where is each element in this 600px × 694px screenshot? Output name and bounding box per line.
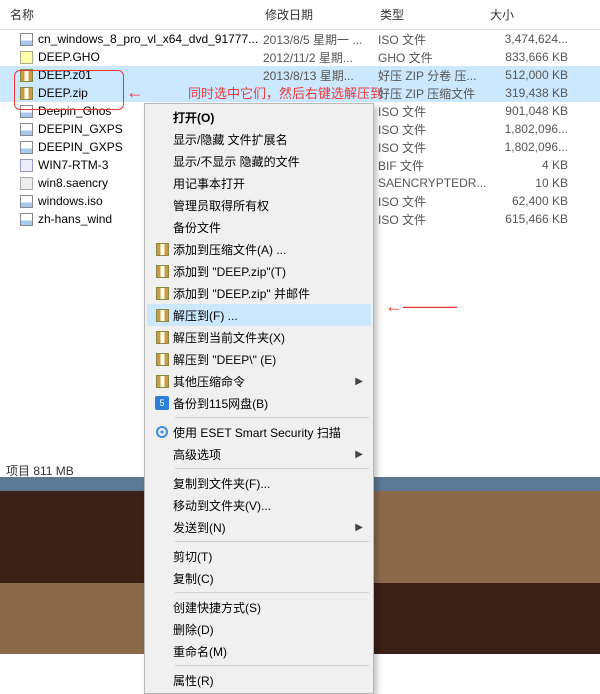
iso-file-icon bbox=[18, 121, 34, 137]
file-size: 615,466 KB bbox=[488, 212, 578, 226]
file-type: BIF 文件 bbox=[378, 157, 488, 174]
iso-file-icon bbox=[18, 211, 34, 227]
submenu-arrow-icon: ▶ bbox=[355, 376, 363, 387]
file-type: ISO 文件 bbox=[378, 139, 488, 156]
menu-move-to-folder[interactable]: 移动到文件夹(V)... bbox=[147, 494, 371, 516]
file-date: 2013/8/13 星期... bbox=[263, 67, 378, 84]
archive-icon bbox=[156, 353, 169, 366]
file-type: SAENCRYPTEDR... bbox=[378, 176, 488, 190]
menu-extract-deep[interactable]: 解压到 "DEEP\" (E) bbox=[147, 348, 371, 370]
file-type: GHO 文件 bbox=[378, 49, 488, 66]
submenu-arrow-icon: ▶ bbox=[355, 522, 363, 533]
file-date: 2012/11/2 星期... bbox=[263, 49, 378, 66]
file-row[interactable]: cn_windows_8_pro_vl_x64_dvd_91777...2013… bbox=[0, 30, 600, 48]
menu-cut[interactable]: 剪切(T) bbox=[147, 545, 371, 567]
file-type: ISO 文件 bbox=[378, 211, 488, 228]
archive-icon bbox=[156, 287, 169, 300]
submenu-arrow-icon: ▶ bbox=[355, 449, 363, 460]
col-type[interactable]: 类型 bbox=[380, 6, 490, 23]
file-date: 2013/8/5 星期一 ... bbox=[263, 31, 378, 48]
file-row[interactable]: DEEP.GHO2012/11/2 星期...GHO 文件833,666 KB bbox=[0, 48, 600, 66]
context-menu: 打开(O) 显示/隐藏 文件扩展名 显示/不显示 隐藏的文件 用记事本打开 管理… bbox=[144, 103, 374, 694]
file-type: 好压 ZIP 分卷 压... bbox=[378, 67, 488, 84]
file-row[interactable]: DEEP.z012013/8/13 星期...好压 ZIP 分卷 压...512… bbox=[0, 66, 600, 84]
file-size: 512,000 KB bbox=[488, 68, 578, 82]
menu-separator bbox=[175, 468, 369, 469]
file-type: ISO 文件 bbox=[378, 103, 488, 120]
file-type: ISO 文件 bbox=[378, 121, 488, 138]
menu-take-ownership[interactable]: 管理员取得所有权 bbox=[147, 194, 371, 216]
iso-file-icon bbox=[18, 193, 34, 209]
menu-separator bbox=[175, 541, 369, 542]
file-type: 好压 ZIP 压缩文件 bbox=[378, 85, 488, 102]
iso-file-icon bbox=[18, 31, 34, 47]
iso-file-icon bbox=[18, 139, 34, 155]
menu-copy-to-folder[interactable]: 复制到文件夹(F)... bbox=[147, 472, 371, 494]
file-size: 319,438 KB bbox=[488, 86, 578, 100]
menu-add-archive[interactable]: 添加到压缩文件(A) ... bbox=[147, 238, 371, 260]
menu-send-to[interactable]: 发送到(N)▶ bbox=[147, 516, 371, 538]
menu-properties[interactable]: 属性(R) bbox=[147, 669, 371, 691]
col-name[interactable]: 名称 bbox=[0, 6, 265, 23]
gho-file-icon bbox=[18, 49, 34, 65]
menu-showhide-hidden[interactable]: 显示/不显示 隐藏的文件 bbox=[147, 150, 371, 172]
desktop-background-right bbox=[374, 477, 600, 654]
menu-showhide-ext[interactable]: 显示/隐藏 文件扩展名 bbox=[147, 128, 371, 150]
menu-separator bbox=[175, 417, 369, 418]
file-name: DEEP.zip bbox=[38, 86, 263, 100]
file-size: 4 KB bbox=[488, 158, 578, 172]
file-name: DEEP.z01 bbox=[38, 68, 263, 82]
menu-open[interactable]: 打开(O) bbox=[147, 106, 371, 128]
col-size[interactable]: 大小 bbox=[490, 6, 590, 23]
menu-rename[interactable]: 重命名(M) bbox=[147, 640, 371, 662]
annotation-arrow-icon: ←——— bbox=[385, 296, 457, 317]
zip-file-icon bbox=[18, 67, 34, 83]
menu-add-deepzip-mail[interactable]: 添加到 "DEEP.zip" 并邮件 bbox=[147, 282, 371, 304]
menu-copy[interactable]: 复制(C) bbox=[147, 567, 371, 589]
file-size: 10 KB bbox=[488, 176, 578, 190]
menu-create-shortcut[interactable]: 创建快捷方式(S) bbox=[147, 596, 371, 618]
menu-eset-scan[interactable]: 使用 ESET Smart Security 扫描 bbox=[147, 421, 371, 443]
file-size: 1,802,096... bbox=[488, 140, 578, 154]
menu-extract-to[interactable]: 解压到(F) ... bbox=[147, 304, 371, 326]
bif-file-icon bbox=[18, 157, 34, 173]
file-size: 3,474,624... bbox=[488, 32, 578, 46]
menu-backup-115[interactable]: 5备份到115网盘(B) bbox=[147, 392, 371, 414]
menu-extract-here[interactable]: 解压到当前文件夹(X) bbox=[147, 326, 371, 348]
desktop-background-left bbox=[0, 477, 144, 654]
enc-file-icon bbox=[18, 175, 34, 191]
file-size: 1,802,096... bbox=[488, 122, 578, 136]
archive-icon bbox=[156, 331, 169, 344]
file-size: 901,048 KB bbox=[488, 104, 578, 118]
eset-icon bbox=[156, 426, 168, 438]
zip-file-icon bbox=[18, 85, 34, 101]
archive-icon bbox=[156, 243, 169, 256]
menu-other-compress[interactable]: 其他压缩命令▶ bbox=[147, 370, 371, 392]
col-date[interactable]: 修改日期 bbox=[265, 6, 380, 23]
menu-delete[interactable]: 删除(D) bbox=[147, 618, 371, 640]
menu-advanced[interactable]: 高级选项▶ bbox=[147, 443, 371, 465]
menu-add-deepzip[interactable]: 添加到 "DEEP.zip"(T) bbox=[147, 260, 371, 282]
column-headers[interactable]: 名称 修改日期 类型 大小 bbox=[0, 0, 600, 30]
file-size: 62,400 KB bbox=[488, 194, 578, 208]
menu-separator bbox=[175, 665, 369, 666]
file-size: 833,666 KB bbox=[488, 50, 578, 64]
file-type: ISO 文件 bbox=[378, 31, 488, 48]
archive-icon bbox=[156, 309, 169, 322]
menu-backup[interactable]: 备份文件 bbox=[147, 216, 371, 238]
archive-icon bbox=[156, 375, 169, 388]
menu-separator bbox=[175, 592, 369, 593]
iso-file-icon bbox=[18, 103, 34, 119]
file-type: ISO 文件 bbox=[378, 193, 488, 210]
file-name: cn_windows_8_pro_vl_x64_dvd_91777... bbox=[38, 32, 263, 46]
archive-icon bbox=[156, 265, 169, 278]
file-name: DEEP.GHO bbox=[38, 50, 263, 64]
menu-notepad[interactable]: 用记事本打开 bbox=[147, 172, 371, 194]
115-icon: 5 bbox=[155, 396, 169, 410]
file-row[interactable]: DEEP.zip 好压 ZIP 压缩文件319,438 KB bbox=[0, 84, 600, 102]
